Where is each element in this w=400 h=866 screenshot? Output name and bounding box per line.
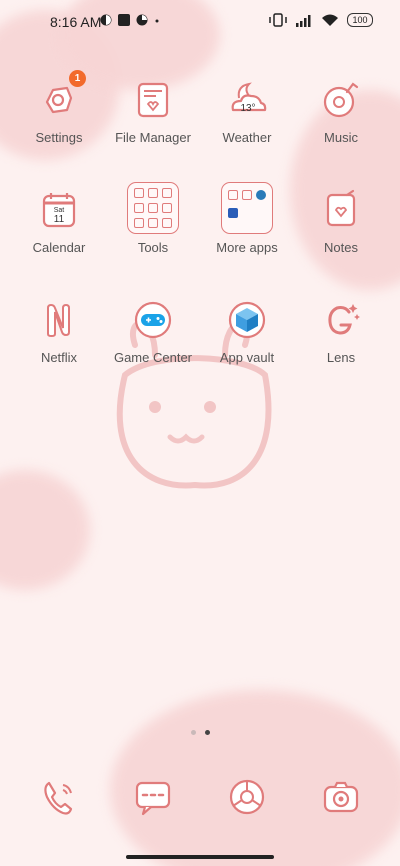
app-label: Lens <box>326 350 356 365</box>
dock-camera[interactable] <box>294 775 388 819</box>
app-calendar[interactable]: Sat 11 Calendar <box>12 188 106 255</box>
folder-tools[interactable]: Tools <box>106 182 200 255</box>
calendar-icon: Sat 11 <box>42 193 76 228</box>
app-label: Music <box>324 130 358 145</box>
app-music[interactable]: Music <box>294 78 388 145</box>
more-dot-icon <box>155 19 159 23</box>
wifi-icon <box>322 14 338 26</box>
app-label: File Manager <box>115 130 191 145</box>
app-label: Notes <box>324 240 358 255</box>
app-label: Game Center <box>113 350 193 365</box>
camera-icon <box>323 781 359 813</box>
messages-icon <box>135 781 171 816</box>
netflix-icon <box>47 303 70 338</box>
dock-browser[interactable] <box>200 775 294 819</box>
dock-messages[interactable] <box>106 775 200 819</box>
app-netflix[interactable]: Netflix <box>12 298 106 365</box>
notes-icon <box>326 189 356 227</box>
folder-label: More apps <box>216 240 278 255</box>
battery-indicator: 100 <box>347 13 373 27</box>
page-dot[interactable] <box>190 730 196 735</box>
more-apps-folder-icon <box>221 182 273 234</box>
game-controller-icon <box>134 301 172 339</box>
weather-cloud-moon-icon: 13° <box>231 82 267 114</box>
file-manager-icon <box>137 82 169 118</box>
browser-icon <box>229 779 265 815</box>
app-label: Settings <box>35 130 83 145</box>
status-time: 8:16 AM <box>50 14 102 30</box>
app-notes[interactable]: Notes <box>294 188 388 255</box>
folder-more-apps[interactable]: More apps <box>200 182 294 255</box>
home-indicator-bar[interactable] <box>126 855 274 859</box>
app-label: Calendar <box>32 240 86 255</box>
dock-phone[interactable] <box>12 775 106 819</box>
calendar-date: 11 <box>54 214 65 225</box>
app-weather[interactable]: 13° Weather <box>200 78 294 145</box>
status-bar: 8:16 AM 100 <box>0 0 400 44</box>
calendar-day: Sat <box>54 207 65 214</box>
signal-icon <box>296 14 311 27</box>
app-label: App vault <box>219 350 275 365</box>
app-vault[interactable]: App vault <box>200 298 294 365</box>
app-lens[interactable]: Lens <box>294 298 388 365</box>
weather-temp: 13° <box>240 103 255 114</box>
app-label: Netflix <box>40 350 78 365</box>
phone-icon <box>44 781 73 815</box>
notification-icon <box>136 14 148 26</box>
app-vault-cube-icon <box>228 301 266 339</box>
music-disc-icon <box>323 82 359 118</box>
lens-icon <box>328 304 360 335</box>
notification-badge: 1 <box>69 70 86 87</box>
vibrate-icon <box>269 13 287 27</box>
app-file-manager[interactable]: File Manager <box>106 78 200 145</box>
page-indicator <box>0 730 400 735</box>
folder-label: Tools <box>137 240 169 255</box>
app-settings[interactable]: 1 Settings <box>12 70 106 145</box>
tools-folder-icon <box>127 182 179 234</box>
page-dot-active[interactable] <box>204 730 210 735</box>
stop-icon <box>118 14 130 26</box>
notification-icon <box>100 14 112 26</box>
app-game-center[interactable]: Game Center <box>106 298 200 365</box>
app-label: Weather <box>222 130 272 145</box>
